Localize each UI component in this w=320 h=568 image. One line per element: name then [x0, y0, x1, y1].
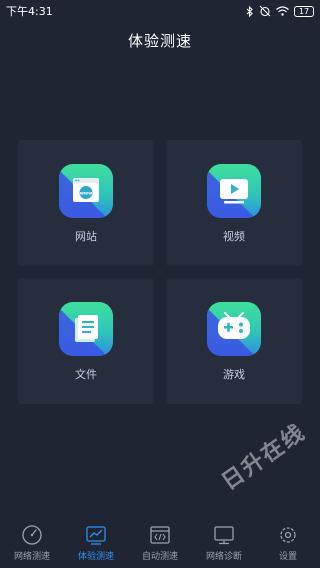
trend-chart-icon [85, 524, 107, 546]
website-icon: www [59, 164, 113, 218]
svg-text:www: www [80, 192, 92, 197]
nav-item-settings[interactable]: 设置 [256, 518, 320, 568]
wifi-icon [276, 6, 289, 16]
nav-label: 网络测速 [13, 552, 50, 562]
tile-video[interactable]: 视频 [166, 140, 302, 266]
tile-label: 网站 [75, 230, 97, 243]
file-icon [59, 302, 113, 356]
watermark: 日升在线 [217, 419, 311, 496]
video-icon [207, 164, 261, 218]
code-window-icon [149, 524, 171, 546]
alarm-off-icon [259, 5, 271, 17]
status-bar: 下午4:31 17 [0, 0, 320, 22]
nav-label: 自动测速 [141, 552, 178, 562]
tile-game[interactable]: 游戏 [166, 278, 302, 404]
nav-label: 网络诊断 [205, 552, 242, 562]
nav-item-network-speed[interactable]: 网络测速 [0, 518, 64, 568]
tile-label: 文件 [75, 368, 97, 381]
tile-file[interactable]: 文件 [18, 278, 154, 404]
tile-label: 游戏 [223, 368, 245, 381]
nav-item-auto-speed[interactable]: 自动测速 [128, 518, 192, 568]
nav-label: 设置 [278, 552, 297, 562]
nav-item-experience-speed[interactable]: 体验测速 [64, 518, 128, 568]
battery-icon: 17 [294, 5, 314, 17]
bottom-nav: 网络测速 体验测速 自动测速 网络诊断 设置 [0, 518, 320, 568]
speedometer-icon [21, 524, 43, 546]
nav-item-network-diagnosis[interactable]: 网络诊断 [192, 518, 256, 568]
gamepad-icon [207, 302, 261, 356]
tile-website[interactable]: www 网站 [18, 140, 154, 266]
settings-icon [277, 524, 299, 546]
nav-label: 体验测速 [77, 552, 114, 562]
status-icons: 17 [246, 5, 314, 17]
bluetooth-icon [246, 5, 254, 17]
page-title: 体验测速 [127, 32, 192, 50]
status-time: 下午4:31 [6, 5, 53, 18]
tile-label: 视频 [223, 230, 245, 243]
monitor-icon [213, 524, 235, 546]
